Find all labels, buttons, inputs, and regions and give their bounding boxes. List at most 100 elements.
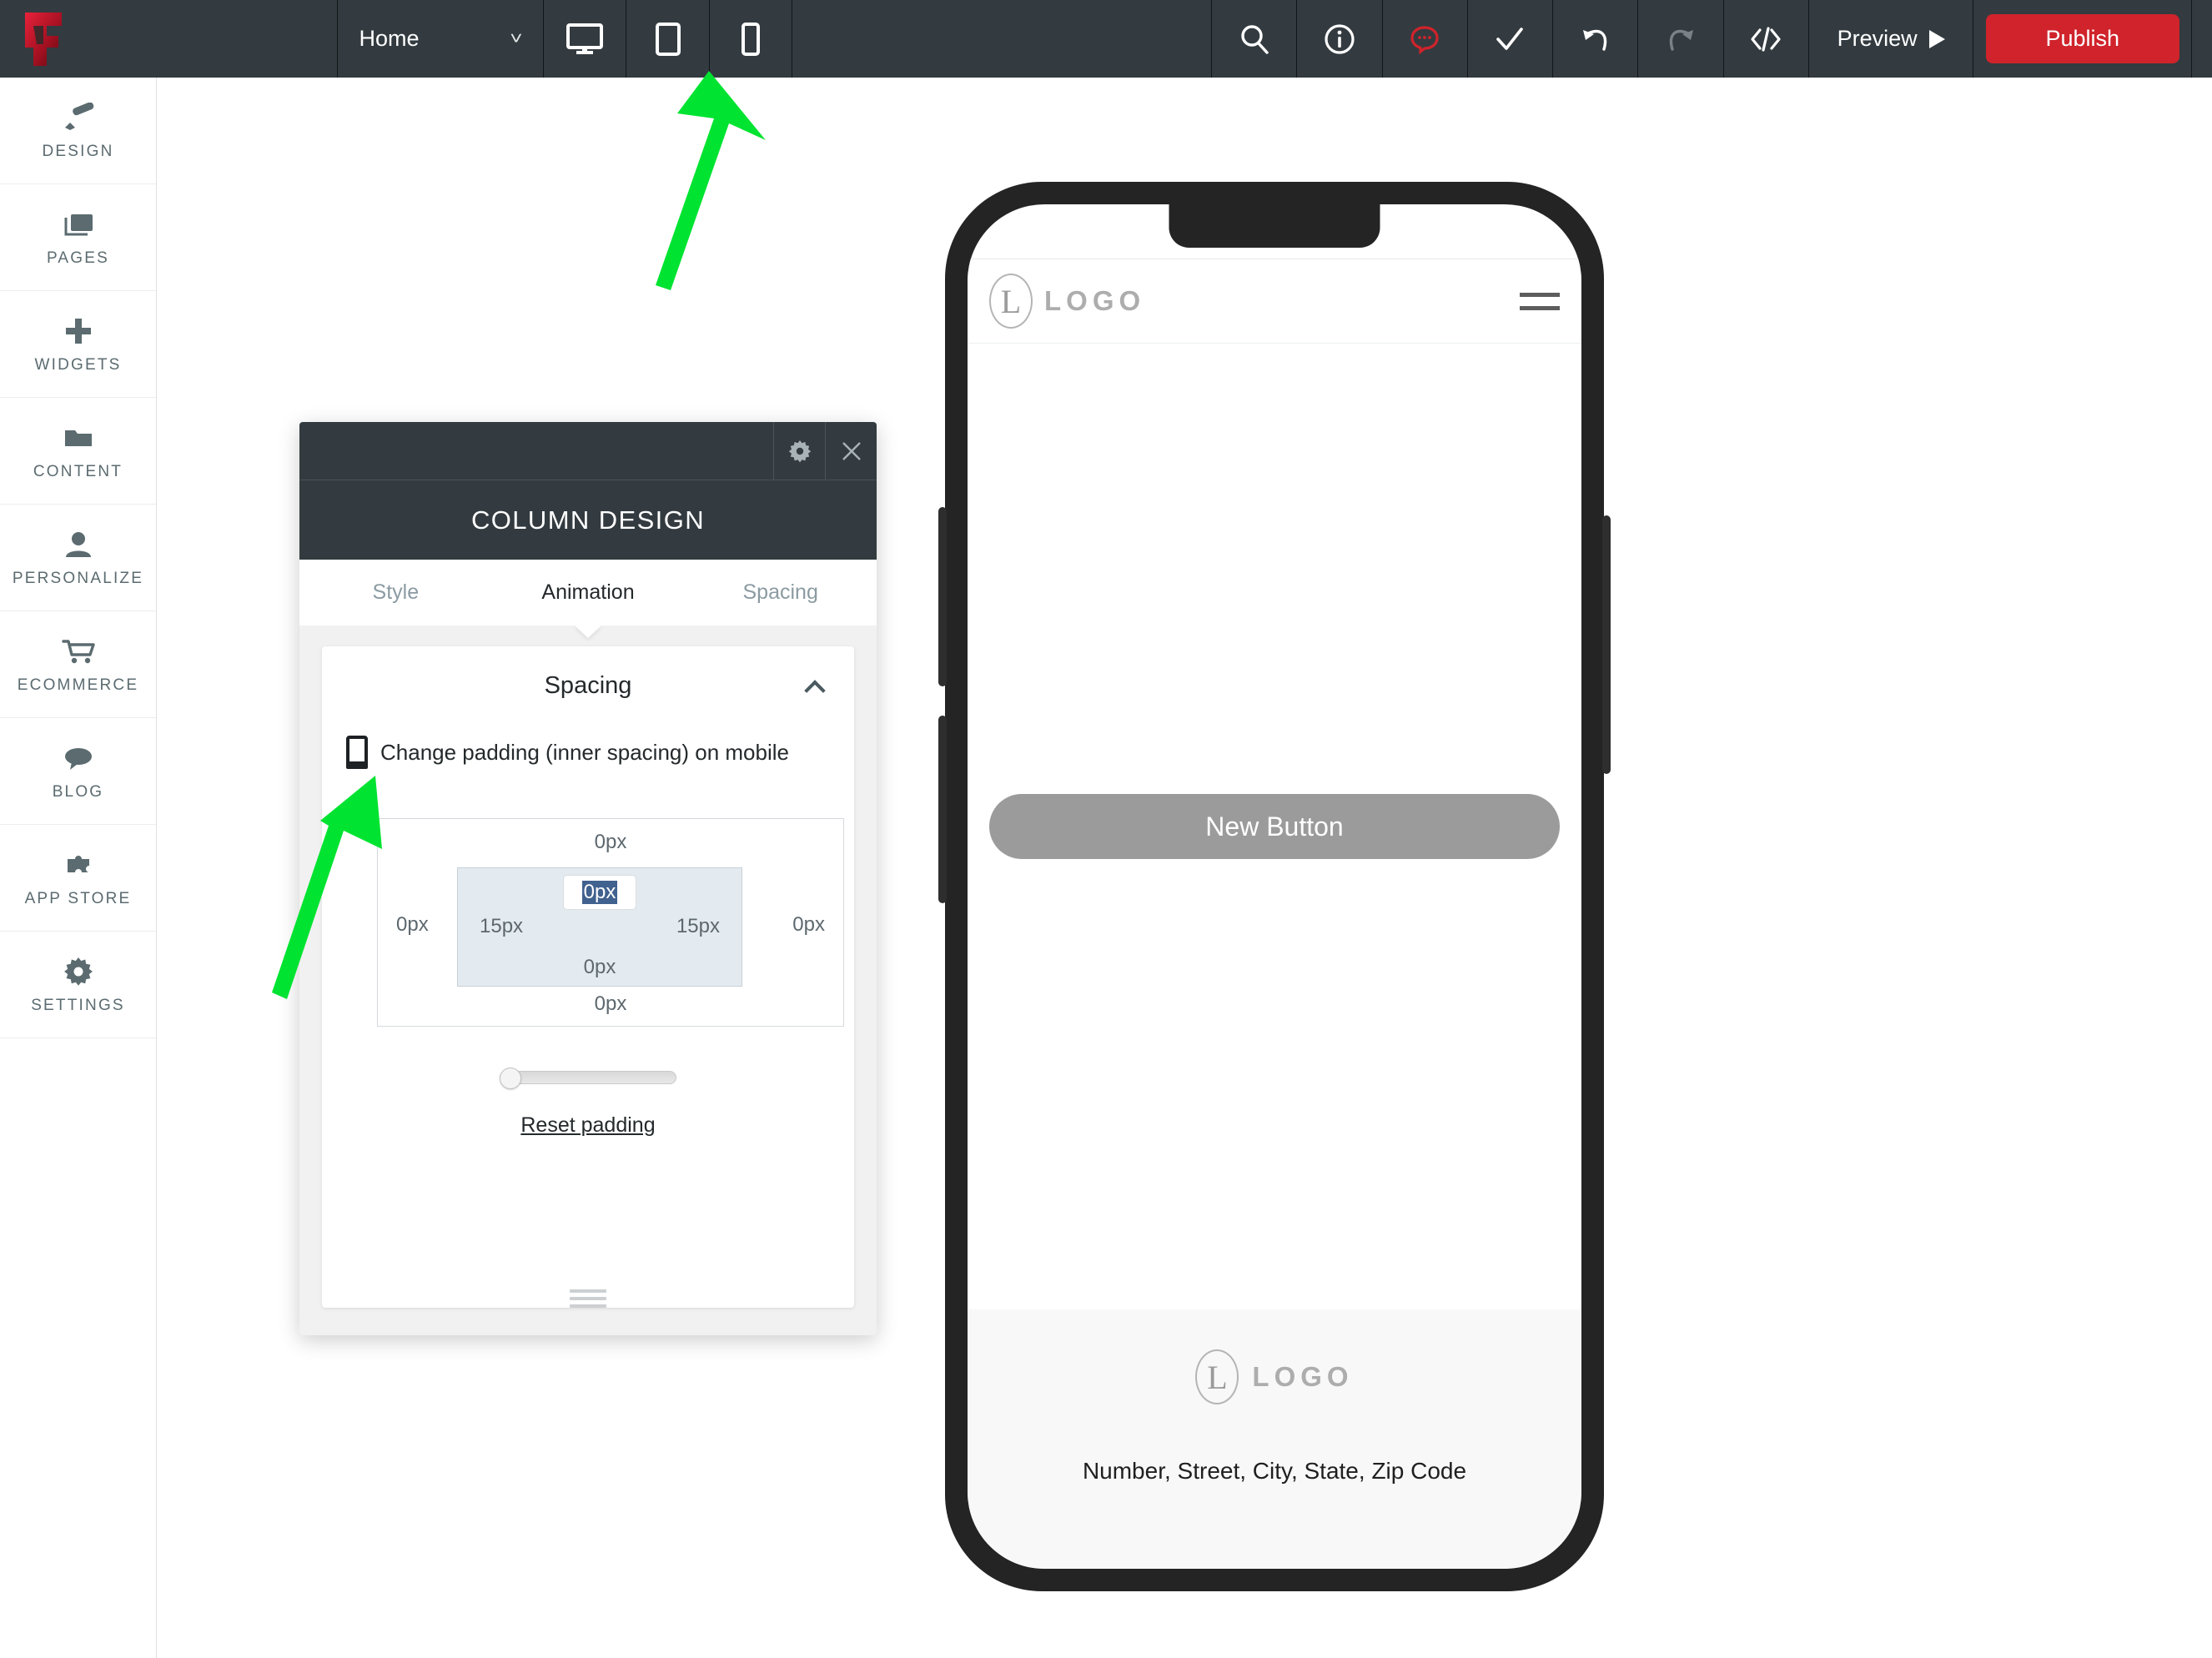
padding-right-value[interactable]: 15px: [676, 915, 720, 938]
handle-line: [570, 1297, 606, 1300]
sidebar-item-label: PERSONALIZE: [12, 569, 144, 587]
sidebar-item-content[interactable]: CONTENT: [0, 398, 156, 505]
hamburger-line: [1520, 305, 1560, 310]
search-icon: [1239, 23, 1270, 55]
padding-left-value[interactable]: 15px: [480, 915, 523, 938]
phone-screen: L LOGO New Button L LOGO Number, Street,…: [968, 204, 1581, 1569]
volume-down-button: [938, 716, 947, 903]
search-button[interactable]: [1212, 0, 1296, 78]
page-selector-value: Home: [359, 26, 420, 51]
reset-padding-link[interactable]: Reset padding: [322, 1113, 854, 1138]
sidebar-item-blog[interactable]: BLOG: [0, 718, 156, 825]
slider-track[interactable]: [500, 1071, 676, 1084]
tab-style[interactable]: Style: [299, 580, 492, 605]
panel-topbar: [299, 422, 877, 480]
undo-arrow-icon: [1580, 23, 1611, 55]
sidebar-item-widgets[interactable]: WIDGETS: [0, 291, 156, 398]
play-triangle-icon: [1928, 29, 1945, 48]
tab-animation[interactable]: Animation: [492, 580, 685, 605]
phone-notch: [1169, 204, 1380, 248]
margin-right-value[interactable]: 0px: [792, 913, 825, 937]
brand-logo[interactable]: [0, 0, 337, 78]
footer-logo[interactable]: L LOGO: [1195, 1349, 1353, 1404]
volume-up-button: [938, 507, 947, 686]
info-circle-icon: [1324, 23, 1355, 55]
mobile-padding-toggle-row[interactable]: Change padding (inner spacing) on mobile: [322, 726, 854, 769]
handle-line: [570, 1304, 606, 1308]
logo-text: LOGO: [1044, 285, 1146, 316]
panel-title: COLUMN DESIGN: [299, 480, 877, 560]
mobile-padding-toggle-label: Change padding (inner spacing) on mobile: [380, 739, 789, 765]
help-button[interactable]: He: [2192, 0, 2212, 78]
top-toolbar: Home ˅ Preview Publish: [0, 0, 2212, 78]
padding-visualizer: 0px 0px 0px 0px 0px 15px 15px 0px: [377, 818, 844, 1027]
sidebar-item-label: PAGES: [46, 249, 110, 267]
slider-thumb[interactable]: [500, 1068, 521, 1089]
sidebar-item-personalize[interactable]: PERSONALIZE: [0, 505, 156, 611]
puzzle-piece-icon: [63, 848, 94, 882]
margin-top-value[interactable]: 0px: [378, 831, 843, 854]
margin-bottom-value[interactable]: 0px: [378, 992, 843, 1016]
sidebar-item-label: WIDGETS: [34, 355, 122, 374]
pages-stack-icon: [63, 208, 94, 241]
device-mobile-button[interactable]: [710, 0, 792, 78]
tab-spacing[interactable]: Spacing: [684, 580, 877, 605]
padding-top-input-value: 0px: [581, 880, 618, 905]
checkmark-icon: [1494, 23, 1526, 55]
new-button[interactable]: New Button: [989, 794, 1560, 859]
device-tablet-button[interactable]: [626, 0, 708, 78]
panel-resize-handle[interactable]: [570, 1289, 606, 1312]
active-tab-pointer: [574, 625, 602, 638]
desktop-icon: [566, 23, 604, 55]
header-logo[interactable]: L LOGO: [989, 274, 1145, 329]
device-desktop-button[interactable]: [544, 0, 626, 78]
sidebar-item-label: APP STORE: [24, 889, 132, 907]
padding-inner-box: 0px 15px 15px 0px: [457, 867, 742, 987]
hamburger-menu-icon[interactable]: [1520, 292, 1560, 310]
speech-bubble-icon: [63, 741, 94, 775]
tablet-icon: [655, 22, 681, 56]
chevron-down-icon: ˅: [510, 29, 523, 48]
site-builder-logo-icon: [18, 11, 70, 68]
spacing-section-header[interactable]: Spacing: [322, 646, 854, 726]
panel-tabs: Style Animation Spacing: [299, 560, 877, 638]
padding-slider[interactable]: [500, 1068, 676, 1089]
padding-top-input[interactable]: 0px: [563, 875, 636, 910]
code-button[interactable]: [1724, 0, 1808, 78]
panel-close-button[interactable]: [825, 422, 877, 480]
sidebar-item-app-store[interactable]: APP STORE: [0, 825, 156, 932]
panel-settings-button[interactable]: [773, 422, 825, 480]
logo-text: LOGO: [1252, 1361, 1354, 1392]
spacing-section-card: Spacing Change padding (inner spacing) o…: [322, 646, 854, 1308]
site-content-area: New Button: [968, 344, 1581, 1309]
info-button[interactable]: [1297, 0, 1381, 78]
mobile-device-base: [346, 761, 368, 769]
sidebar-item-design[interactable]: DESIGN: [0, 78, 156, 184]
sidebar-item-label: SETTINGS: [31, 996, 125, 1014]
padding-bottom-value[interactable]: 0px: [458, 956, 742, 979]
plus-icon: [63, 314, 93, 348]
sidebar-item-ecommerce[interactable]: ECOMMERCE: [0, 611, 156, 718]
publish-button[interactable]: Publish: [1985, 14, 2179, 63]
site-header: L LOGO: [968, 259, 1581, 344]
mobile-icon: [741, 22, 760, 56]
paintbrush-icon: [62, 101, 95, 134]
person-icon: [63, 528, 93, 561]
redo-button[interactable]: [1638, 0, 1722, 78]
preview-button[interactable]: Preview: [1809, 0, 1973, 78]
undo-button[interactable]: [1553, 0, 1637, 78]
comments-button[interactable]: [1383, 0, 1467, 78]
margin-left-value[interactable]: 0px: [396, 913, 429, 937]
sidebar-item-pages[interactable]: PAGES: [0, 184, 156, 291]
power-button: [1602, 515, 1611, 774]
mobile-padding-toggle-icon[interactable]: [346, 736, 368, 769]
mobile-device-preview: L LOGO New Button L LOGO Number, Street,…: [938, 182, 1611, 1591]
code-brackets-icon: [1749, 23, 1782, 55]
page-selector[interactable]: Home ˅: [337, 0, 543, 78]
sidebar-item-settings[interactable]: SETTINGS: [0, 932, 156, 1038]
chevron-up-icon[interactable]: [804, 680, 826, 701]
left-sidebar: DESIGN PAGES WIDGETS CONTENT PERSONALIZE…: [0, 78, 157, 1658]
approve-button[interactable]: [1468, 0, 1552, 78]
redo-arrow-icon: [1665, 23, 1697, 55]
